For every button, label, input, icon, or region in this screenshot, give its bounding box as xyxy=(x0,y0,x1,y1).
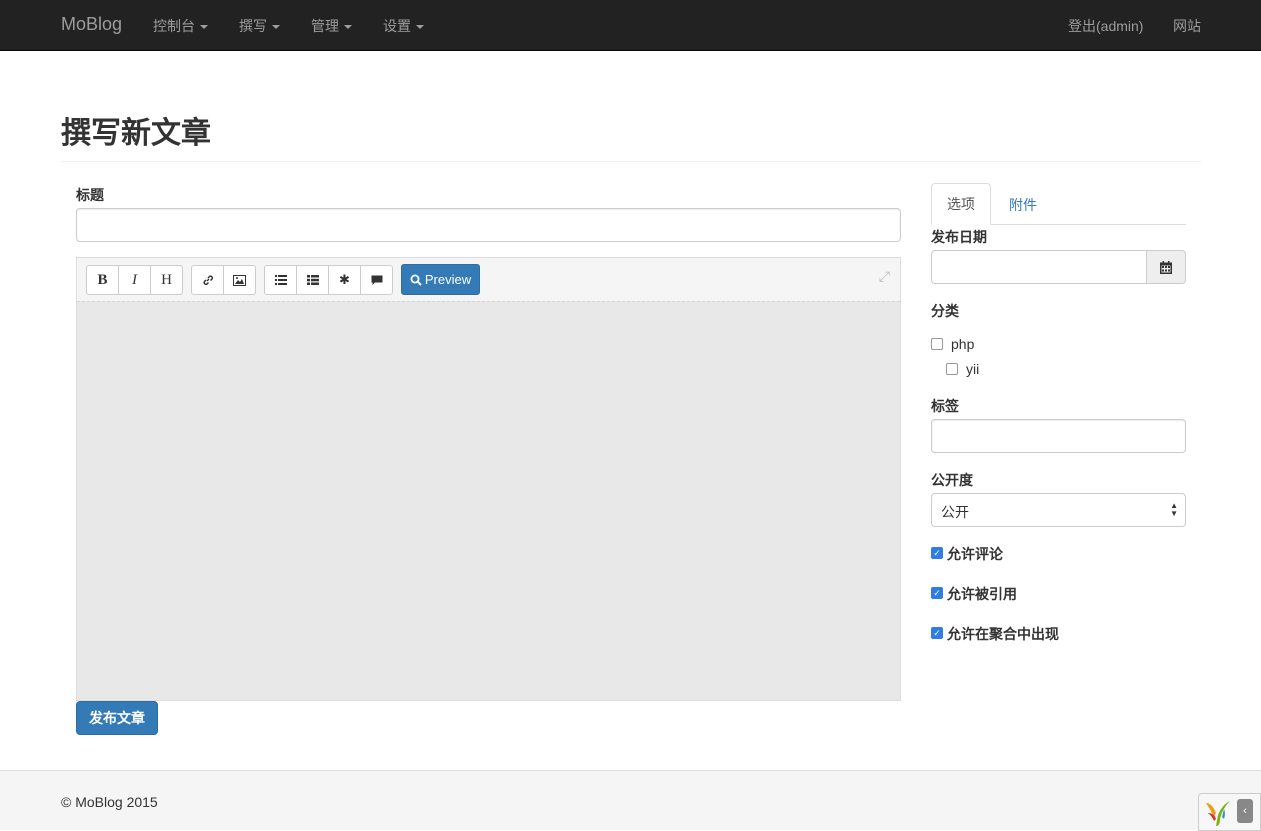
preview-button[interactable]: Preview xyxy=(401,264,480,295)
page-footer: © MoBlog 2015 ‹ xyxy=(0,770,1261,831)
publish-date-label: 发布日期 xyxy=(931,229,987,245)
calendar-icon xyxy=(1160,260,1172,274)
brand-logo[interactable]: MoBlog xyxy=(61,14,122,35)
allow-pingback-checkbox[interactable]: ✓ xyxy=(931,587,943,599)
nav-menu-settings[interactable]: 设置 xyxy=(383,16,424,36)
allow-feed-label: 允许在聚合中出现 xyxy=(947,626,1059,642)
tab-options[interactable]: 选项 xyxy=(931,183,991,225)
top-navbar: MoBlog 控制台 撰写 管理 设置 登出(admin) 网站 xyxy=(0,0,1261,51)
unordered-list-button[interactable] xyxy=(264,265,297,295)
visibility-label: 公开度 xyxy=(931,472,973,488)
category-checkbox-php[interactable] xyxy=(931,338,943,350)
format-button-group: B I H xyxy=(86,265,183,295)
bold-button[interactable]: B xyxy=(86,265,119,295)
nav-menu-settings-label: 设置 xyxy=(383,18,411,34)
nav-menu-manage-label: 管理 xyxy=(311,18,339,34)
comment-icon xyxy=(371,275,382,285)
link-icon xyxy=(203,275,213,285)
visibility-selected-value: 公开 xyxy=(941,504,969,520)
markdown-editor: B I H ✱ Preview ⤢ xyxy=(76,257,901,701)
allow-feed-checkbox[interactable]: ✓ xyxy=(931,627,943,639)
publish-date-input[interactable] xyxy=(931,250,1147,284)
page-title: 撰写新文章 xyxy=(61,117,211,150)
ordered-list-icon xyxy=(306,275,319,285)
nav-menu-manage[interactable]: 管理 xyxy=(311,16,352,36)
debug-toolbar-badge[interactable]: ‹ xyxy=(1198,793,1261,831)
tab-attachments[interactable]: 附件 xyxy=(1009,195,1037,215)
caret-down-icon xyxy=(200,25,208,30)
allow-comments-label: 允许评论 xyxy=(947,546,1003,562)
tags-input[interactable] xyxy=(931,419,1186,453)
nav-menu-dashboard[interactable]: 控制台 xyxy=(153,16,208,36)
header-divider xyxy=(61,161,1201,162)
asterisk-icon: ✱ xyxy=(339,272,350,288)
title-label: 标题 xyxy=(76,187,104,203)
allow-pingback-label: 允许被引用 xyxy=(947,586,1017,602)
nav-menu-dashboard-label: 控制台 xyxy=(153,18,195,34)
calendar-button[interactable] xyxy=(1146,250,1186,284)
ordered-list-button[interactable] xyxy=(296,265,329,295)
unordered-list-icon xyxy=(274,275,287,285)
category-label-php: php xyxy=(951,336,975,352)
block-button-group: ✱ xyxy=(264,265,393,295)
editor-textarea[interactable] xyxy=(77,301,900,700)
nav-menu-write[interactable]: 撰写 xyxy=(239,16,280,36)
visibility-select[interactable]: 公开 ▲ ▼ xyxy=(931,493,1186,527)
publish-button[interactable]: 发布文章 xyxy=(76,701,158,735)
logout-link[interactable]: 登出(admin) xyxy=(1068,16,1143,36)
category-label-yii: yii xyxy=(966,361,980,377)
category-label: 分类 xyxy=(931,303,959,319)
select-arrows-icon: ▲ ▼ xyxy=(1170,501,1178,518)
image-icon xyxy=(233,274,246,286)
caret-down-icon xyxy=(416,25,424,30)
preview-label: Preview xyxy=(424,272,472,287)
tags-label: 标签 xyxy=(931,398,959,414)
chevron-left-icon[interactable]: ‹ xyxy=(1237,799,1253,823)
italic-button[interactable]: I xyxy=(118,265,151,295)
insert-button-group xyxy=(191,265,256,295)
yii-logo-icon xyxy=(1206,801,1230,826)
category-checkbox-yii[interactable] xyxy=(946,363,958,375)
search-icon xyxy=(410,274,422,286)
site-link[interactable]: 网站 xyxy=(1173,16,1201,36)
caret-down-icon xyxy=(272,25,280,30)
code-button[interactable]: ✱ xyxy=(328,265,361,295)
heading-button[interactable]: H xyxy=(150,265,183,295)
image-button[interactable] xyxy=(223,265,256,295)
caret-down-icon xyxy=(344,25,352,30)
copyright-text: © MoBlog 2015 xyxy=(61,794,158,810)
link-button[interactable] xyxy=(191,265,224,295)
allow-comments-checkbox[interactable]: ✓ xyxy=(931,547,943,559)
fullscreen-icon[interactable]: ⤢ xyxy=(879,268,890,285)
quote-button[interactable] xyxy=(360,265,393,295)
publish-date-group xyxy=(931,250,1186,284)
nav-menu-write-label: 撰写 xyxy=(239,18,267,34)
title-input[interactable] xyxy=(76,208,901,242)
